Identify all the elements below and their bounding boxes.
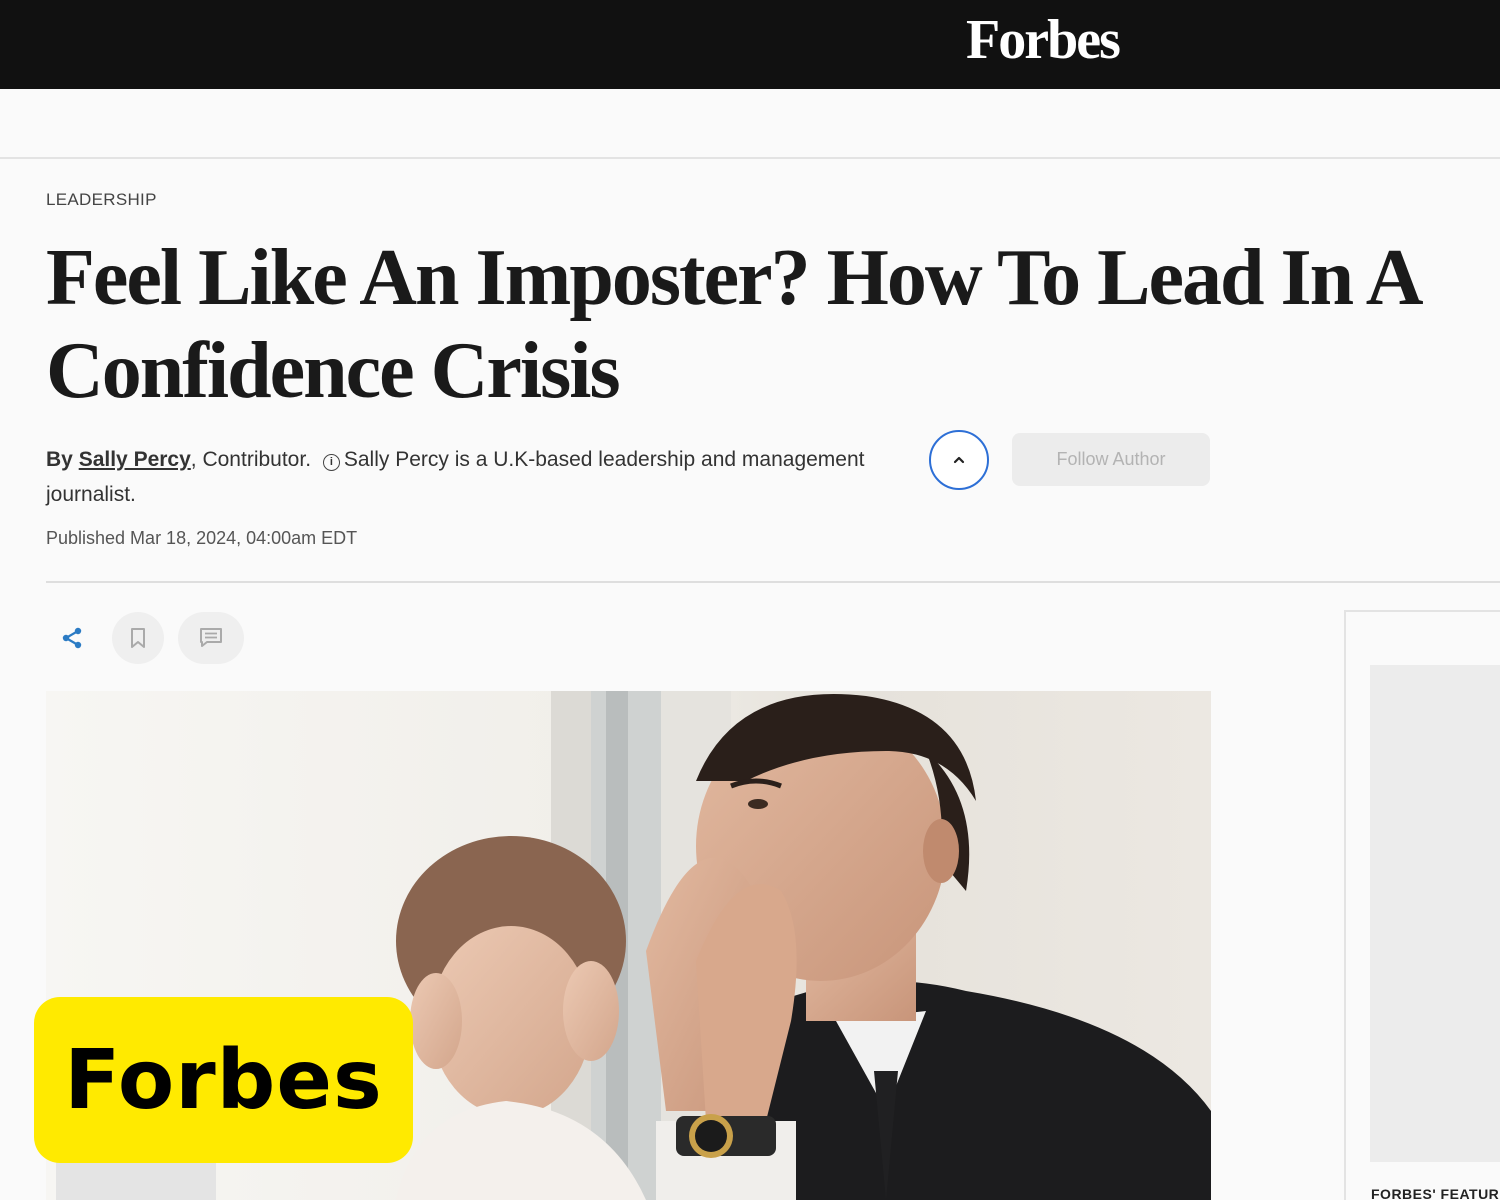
save-article-button[interactable]	[112, 612, 164, 664]
article-headline: Feel Like An Imposter? How To Lead In A …	[46, 232, 1426, 418]
top-nav-bar: Forbes	[0, 0, 1500, 89]
publish-date: Published Mar 18, 2024, 04:00am EDT	[46, 528, 358, 548]
forbes-logo[interactable]: Forbes	[966, 8, 1121, 72]
sidebar-ad-placeholder	[1370, 665, 1500, 1162]
share-button[interactable]	[46, 612, 98, 664]
author-role: , Contributor.	[190, 448, 312, 471]
byline: By Sally Percy, Contributor. i Sally Perc…	[46, 442, 866, 512]
share-icon	[62, 627, 82, 649]
section-label[interactable]: LEADERSHIP	[46, 190, 157, 210]
headline-line-1: Feel Like An Imposter? How To Lead In A	[46, 234, 1424, 322]
sidebar-featured-label: FORBES' FEATUR	[1371, 1186, 1500, 1200]
headline-line-2: Confidence Crisis	[46, 327, 621, 415]
chevron-up-icon	[953, 456, 965, 464]
secondary-nav-bar	[0, 89, 1500, 159]
brand-badge: Forbes	[34, 997, 413, 1163]
brand-badge-text: Forbes	[64, 1032, 383, 1128]
info-icon[interactable]: i	[322, 454, 340, 471]
bookmark-icon	[131, 628, 145, 648]
comments-button[interactable]	[178, 612, 244, 664]
by-label: By	[46, 448, 73, 471]
header-divider	[46, 581, 1500, 583]
author-link[interactable]: Sally Percy	[79, 448, 191, 471]
follow-author-button[interactable]: Follow Author	[1012, 433, 1210, 486]
comment-icon	[200, 628, 222, 647]
collapse-bio-button[interactable]	[929, 430, 989, 490]
